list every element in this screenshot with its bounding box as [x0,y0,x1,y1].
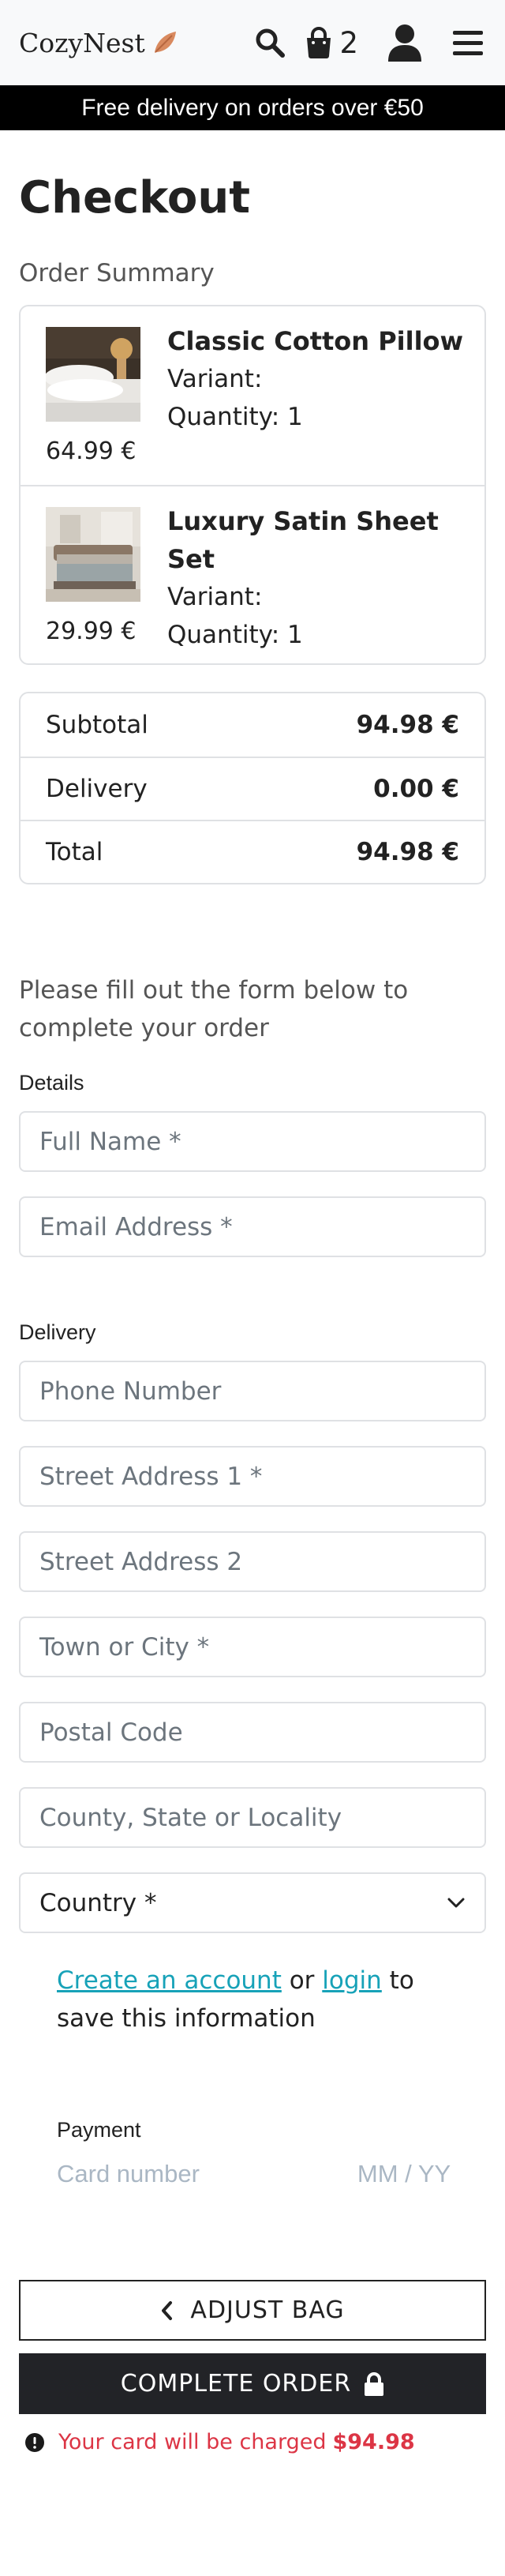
charge-notice: Your card will be charged $94.98 [19,2430,486,2454]
lock-icon [364,2371,384,2396]
adjust-bag-label: ADJUST BAG [190,2296,345,2325]
form-intro-text: Please fill out the form below to comple… [19,976,409,1043]
leaf-icon [154,32,176,53]
promo-banner-text: Free delivery on orders over €50 [81,94,424,121]
bag-count: 2 [339,25,358,60]
order-item-name: Luxury Satin Sheet Set [167,506,439,575]
order-totals: Subtotal 94.98 € Delivery 0.00 € Total 9… [19,692,486,885]
delivery-cost-label: Delivery [46,775,148,804]
delivery-row: Delivery 0.00 € [21,757,484,820]
complete-order-button[interactable]: COMPLETE ORDER [19,2353,486,2415]
phone-placeholder: Phone Number [39,1376,222,1406]
order-item-variant: Variant: [167,365,263,394]
shopping-bag-button[interactable]: 2 [305,26,358,60]
charge-amount: $94.98 [332,2430,415,2455]
subtotal-label: Subtotal [46,711,148,740]
street-address-1-field[interactable]: Street Address 1 * [19,1446,486,1508]
menu-icon[interactable] [453,29,483,56]
postal-code-field[interactable]: Postal Code [19,1702,486,1763]
shopping-bag-icon [307,27,331,58]
order-item-price: 29.99 € [46,618,137,646]
checkout-content: Checkout Order Summary Classic Cotton Pi… [0,130,505,2454]
create-account-link[interactable]: Create an account [57,1966,282,1995]
order-item-variant: Variant: [167,583,263,612]
chevron-left-icon [160,2300,173,2321]
phone-field[interactable]: Phone Number [19,1361,486,1422]
order-item-quantity: Quantity: 1 [167,403,303,432]
country-select[interactable]: Country * [19,1872,486,1934]
complete-order-label: COMPLETE ORDER [120,2370,352,2398]
site-header: CozyNest 2 [0,0,505,85]
order-item: Luxury Satin Sheet Set Variant: Quantity… [21,485,484,663]
header-actions: 2 [254,0,483,85]
order-summary-label: Order Summary [19,259,215,288]
order-item-quantity: Quantity: 1 [167,621,303,650]
full-name-placeholder: Full Name * [39,1127,181,1156]
total-row: Total 94.98 € [21,820,484,883]
card-number-input[interactable]: Card number [57,2160,200,2188]
product-image-sheet-set[interactable] [46,507,140,603]
order-item: Classic Cotton Pillow Variant: Quantity:… [21,306,484,485]
street-address-1-placeholder: Street Address 1 * [39,1462,263,1491]
charge-notice-text: Your card will be charged [58,2430,327,2455]
country-selected-value: Country * [39,1888,157,1917]
order-item-price: 64.99 € [46,437,137,466]
exclamation-circle-icon [25,2432,44,2452]
search-icon[interactable] [254,27,286,58]
save-info-text: Create an account or login to save this … [19,1962,486,2037]
email-placeholder: Email Address * [39,1212,233,1241]
chevron-down-icon [447,1898,465,1908]
postal-code-placeholder: Postal Code [39,1718,183,1747]
subtotal-row: Subtotal 94.98 € [21,693,484,757]
logo-text[interactable]: CozyNest [19,28,145,58]
order-item-name: Classic Cotton Pillow [167,326,464,357]
adjust-bag-button[interactable]: ADJUST BAG [19,2280,486,2341]
login-link[interactable]: login [322,1966,382,1995]
card-expiry-input[interactable]: MM / YY [357,2160,451,2188]
county-placeholder: County, State or Locality [39,1803,342,1832]
county-field[interactable]: County, State or Locality [19,1787,486,1849]
card-element[interactable]: Card number MM / YY [57,2158,486,2190]
full-name-field[interactable]: Full Name * [19,1111,486,1173]
town-city-field[interactable]: Town or City * [19,1617,486,1678]
total-value: 94.98 € [356,838,459,867]
user-icon[interactable] [387,24,423,62]
town-city-placeholder: Town or City * [39,1632,210,1662]
promo-banner: Free delivery on orders over €50 [0,85,505,130]
order-summary-card: Classic Cotton Pillow Variant: Quantity:… [19,305,486,666]
subtotal-value: 94.98 € [356,711,459,740]
total-label: Total [46,838,103,867]
order-item-info: Classic Cotton Pillow Variant: Quantity:… [167,322,463,436]
product-image-pillow[interactable] [46,327,140,422]
page-title: Checkout [19,172,250,223]
save-info-or: or [281,1966,323,1996]
email-field[interactable]: Email Address * [19,1196,486,1258]
order-item-info: Luxury Satin Sheet Set Variant: Quantity… [167,502,484,654]
payment-label: Payment [57,2118,141,2142]
payment-section: Payment Card number MM / YY [19,2118,486,2190]
street-address-2-placeholder: Street Address 2 [39,1547,243,1576]
delivery-cost-value: 0.00 € [373,775,459,804]
site-logo[interactable]: CozyNest [19,28,178,58]
street-address-2-field[interactable]: Street Address 2 [19,1531,486,1593]
details-section-label: Details [19,1071,84,1095]
delivery-section-label: Delivery [19,1320,96,1345]
